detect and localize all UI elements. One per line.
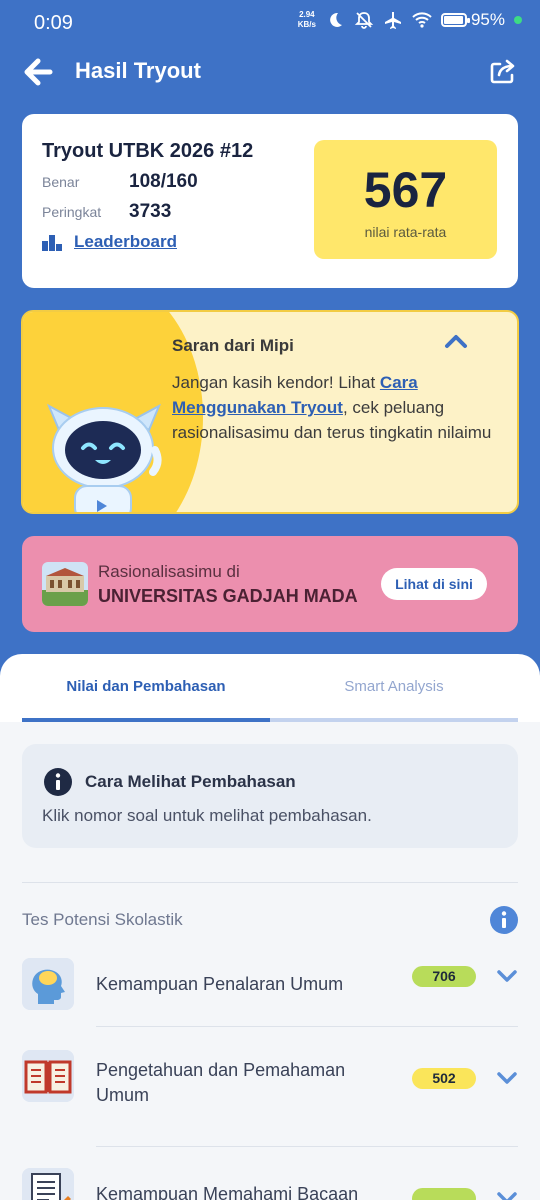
wifi-icon [412, 12, 432, 28]
benar-label: Benar [42, 174, 80, 190]
privacy-dot [514, 16, 522, 24]
chevron-down-icon[interactable] [496, 1070, 518, 1086]
info-icon [44, 768, 72, 796]
document-pencil-icon [22, 1168, 74, 1200]
rasionalisasi-card[interactable]: Rasionalisasimu di UNIVERSITAS GADJAH MA… [22, 536, 518, 632]
open-book-icon [22, 1050, 74, 1102]
peringkat-label: Peringkat [42, 204, 102, 220]
average-score-caption: nilai rata-rata [364, 224, 447, 240]
chevron-down-icon[interactable] [496, 1190, 518, 1200]
subtest-row-kmbm[interactable]: Kemampuan Memahami Bacaan [22, 1168, 518, 1200]
info-box: Cara Melihat Pembahasan Klik nomor soal … [22, 744, 518, 848]
section-title: Tes Potensi Skolastik [22, 910, 183, 929]
battery-fill [443, 16, 463, 24]
campus-image [42, 562, 88, 606]
saran-message: Jangan kasih kendor! Lihat Cara Mengguna… [172, 370, 492, 445]
divider [96, 1026, 518, 1027]
brain-head-icon [22, 958, 74, 1010]
airplane-icon [384, 12, 401, 29]
status-time: 0:09 [34, 12, 73, 34]
network-speed-value: 2.94 [299, 10, 315, 19]
tryout-title: Tryout UTBK 2026 #12 [42, 140, 254, 162]
subtest-score-badge [412, 1188, 476, 1200]
share-icon[interactable] [488, 56, 518, 86]
subtest-row-kpu[interactable]: Kemampuan Penalaran Umum 706 [22, 958, 518, 1018]
tab-smart-analysis[interactable]: Smart Analysis [270, 678, 518, 695]
saran-card: Saran dari Mipi Jangan kasih kendor! Lih… [21, 310, 519, 514]
divider [96, 1146, 518, 1147]
benar-value: 108/160 [129, 171, 198, 192]
battery-indicator: 95% [440, 10, 505, 30]
back-arrow-icon[interactable] [22, 56, 54, 88]
tab-nilai-dan-pembahasan[interactable]: Nilai dan Pembahasan [22, 678, 270, 695]
info-title: Cara Melihat Pembahasan [85, 772, 296, 791]
university-name: UNIVERSITAS GADJAH MADA [98, 586, 358, 606]
network-speed: 2.94 KB/s [298, 10, 316, 30]
saran-text-before: Jangan kasih kendor! Lihat [172, 373, 380, 392]
battery-percent: 95% [470, 10, 505, 29]
subtest-name: Kemampuan Memahami Bacaan [96, 1184, 359, 1200]
rasionalisasi-label: Rasionalisasimu di [98, 562, 240, 581]
subtest-score-badge: 706 [412, 966, 476, 987]
divider [22, 882, 518, 883]
leaderboard-link[interactable]: Leaderboard [42, 232, 177, 252]
status-bar: 0:09 2.94 KB/s 95% [0, 0, 540, 48]
average-score: 567 [363, 162, 448, 218]
peringkat-value: 3733 [129, 201, 172, 222]
page-title: Hasil Tryout [75, 58, 201, 83]
tryout-summary-card: Tryout UTBK 2026 #12 Benar 108/160 Perin… [22, 114, 518, 288]
chevron-up-icon[interactable] [443, 332, 469, 352]
chevron-down-icon[interactable] [496, 968, 518, 984]
subtest-row-ppu[interactable]: Pengetahuan dan Pemahaman Umum 502 [22, 1050, 518, 1110]
subtest-score-badge: 502 [412, 1068, 476, 1089]
battery-icon [440, 13, 470, 27]
results-sheet: Nilai dan Pembahasan Smart Analysis Cara… [0, 654, 540, 1200]
podium-icon [42, 235, 62, 251]
moon-icon [330, 12, 342, 27]
leaderboard-label: Leaderboard [74, 232, 177, 251]
status-icons: 2.94 KB/s 95% [298, 10, 522, 30]
subtest-name: Pengetahuan dan Pemahaman Umum [96, 1060, 346, 1105]
score-box: 567 nilai rata-rata [314, 140, 497, 259]
bell-muted-icon [354, 12, 374, 29]
info-text: Klik nomor soal untuk melihat pembahasan… [42, 806, 372, 825]
app-bar: Hasil Tryout [0, 48, 540, 96]
subtest-name: Kemampuan Penalaran Umum [96, 974, 344, 994]
network-speed-unit: KB/s [297, 20, 316, 29]
lihat-di-sini-button[interactable]: Lihat di sini [381, 568, 487, 600]
saran-title: Saran dari Mipi [172, 336, 294, 355]
section-info-icon[interactable] [490, 906, 518, 934]
mipi-robot-mascot [46, 403, 162, 512]
